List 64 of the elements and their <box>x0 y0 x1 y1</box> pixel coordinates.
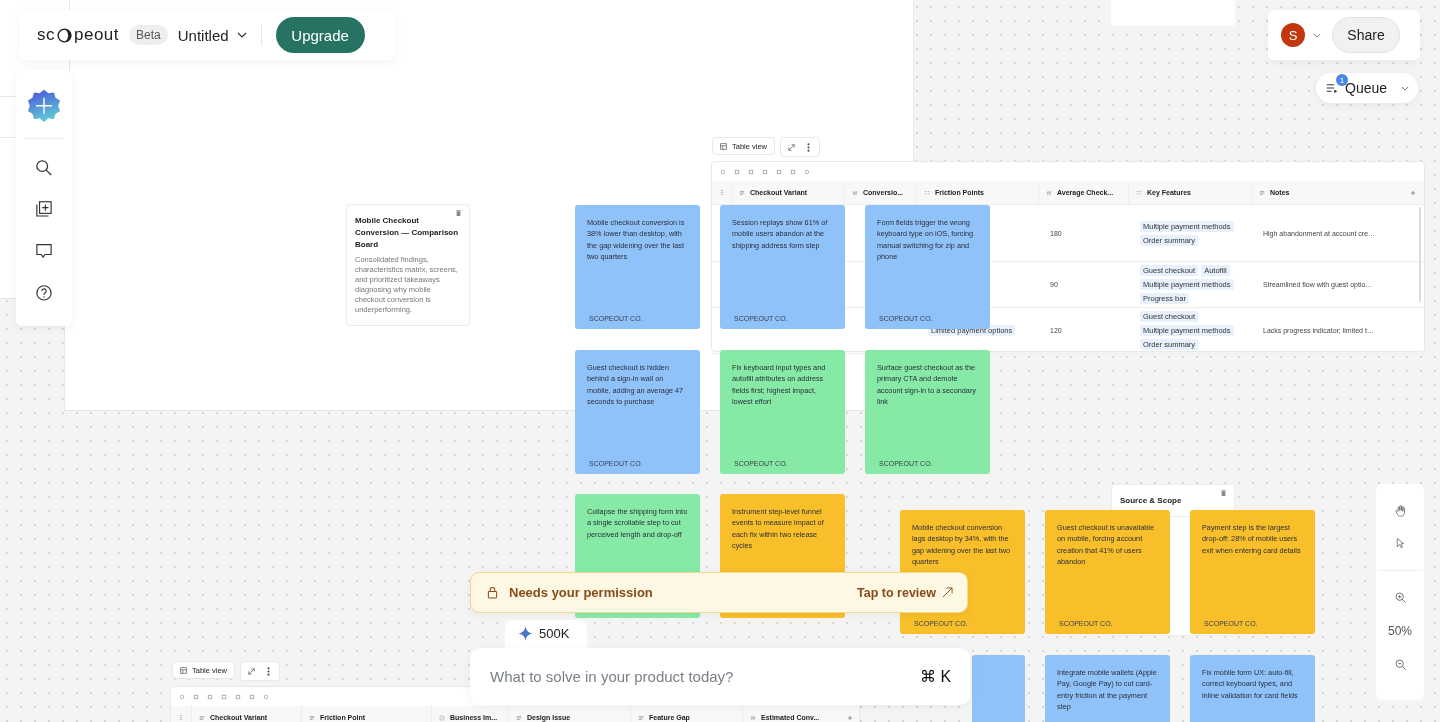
text-field-icon <box>1259 189 1265 196</box>
toolbar-icon[interactable] <box>249 693 255 700</box>
toolbar-icon[interactable] <box>776 168 782 175</box>
text-field-icon <box>516 714 522 721</box>
logo-icon <box>56 26 73 44</box>
drag-handle-icon[interactable] <box>179 714 183 721</box>
hand-icon[interactable] <box>1393 504 1407 517</box>
tags-field-icon <box>1136 189 1142 196</box>
card-title: Mobile Checkout Conversion — Comparison Board <box>355 215 460 251</box>
text-field-icon <box>638 714 644 721</box>
sparkle-icon <box>518 626 533 641</box>
number-field-icon <box>852 189 858 196</box>
comment-icon[interactable] <box>35 242 53 261</box>
toolbar-icon[interactable] <box>207 693 213 700</box>
beta-badge: Beta <box>129 25 168 45</box>
toolbar-icon[interactable] <box>235 693 241 700</box>
lock-icon <box>487 586 498 599</box>
toolbar-icon[interactable] <box>804 168 810 175</box>
zoom-level: 50% <box>1388 624 1412 638</box>
number-field-icon <box>1046 189 1052 196</box>
toolbar-icon[interactable] <box>762 168 768 175</box>
trash-icon[interactable] <box>456 210 461 216</box>
share-button[interactable]: Share <box>1332 17 1400 53</box>
zoom-in-icon[interactable] <box>1393 591 1407 604</box>
token-count: 500K <box>539 626 570 641</box>
add-page-icon[interactable] <box>35 200 53 219</box>
trash-icon[interactable] <box>1221 490 1226 496</box>
expand-icon[interactable] <box>787 142 797 152</box>
arrow-icon <box>942 587 953 598</box>
add-column-icon[interactable] <box>846 714 853 721</box>
toolbar-icon[interactable] <box>748 168 754 175</box>
toolbar-icon[interactable] <box>720 168 726 175</box>
number-field-icon <box>750 714 756 721</box>
logo-text: sc <box>37 25 55 45</box>
drag-handle-icon[interactable] <box>719 189 724 196</box>
text-field-icon <box>199 714 205 721</box>
logo-text: peout <box>74 25 120 45</box>
permission-toast[interactable]: Needs your permission Tap to review <box>470 572 968 613</box>
help-icon[interactable] <box>35 284 53 302</box>
text-field-icon <box>739 189 745 196</box>
status-field-icon <box>439 714 445 721</box>
toolbar-icon[interactable] <box>263 693 269 700</box>
toolbar-icon[interactable] <box>179 693 185 700</box>
shortcut-hint: ⌘ K <box>920 667 952 686</box>
toolbar-icon[interactable] <box>790 168 796 175</box>
toolbar-icon[interactable] <box>734 168 740 175</box>
user-avatar[interactable]: S <box>1281 23 1305 47</box>
tags-field-icon <box>924 189 930 196</box>
table-icon <box>180 666 187 674</box>
queue-icon <box>1326 83 1339 93</box>
add-column-icon[interactable] <box>1409 189 1416 196</box>
expand-icon[interactable] <box>247 666 257 676</box>
upgrade-button[interactable]: Upgrade <box>275 17 365 53</box>
toolbar-icon[interactable] <box>193 693 199 700</box>
chevron-down-icon <box>1401 85 1410 91</box>
chevron-down-icon <box>236 32 247 38</box>
chevron-down-icon[interactable] <box>1313 32 1321 38</box>
table-icon <box>720 142 727 150</box>
zoom-out-icon[interactable] <box>1393 658 1407 671</box>
add-icon[interactable] <box>26 88 62 124</box>
search-icon[interactable] <box>35 158 53 177</box>
document-title-dropdown[interactable]: Untitled <box>177 26 247 44</box>
text-field-icon <box>309 714 315 721</box>
toolbar-icon[interactable] <box>221 693 227 700</box>
